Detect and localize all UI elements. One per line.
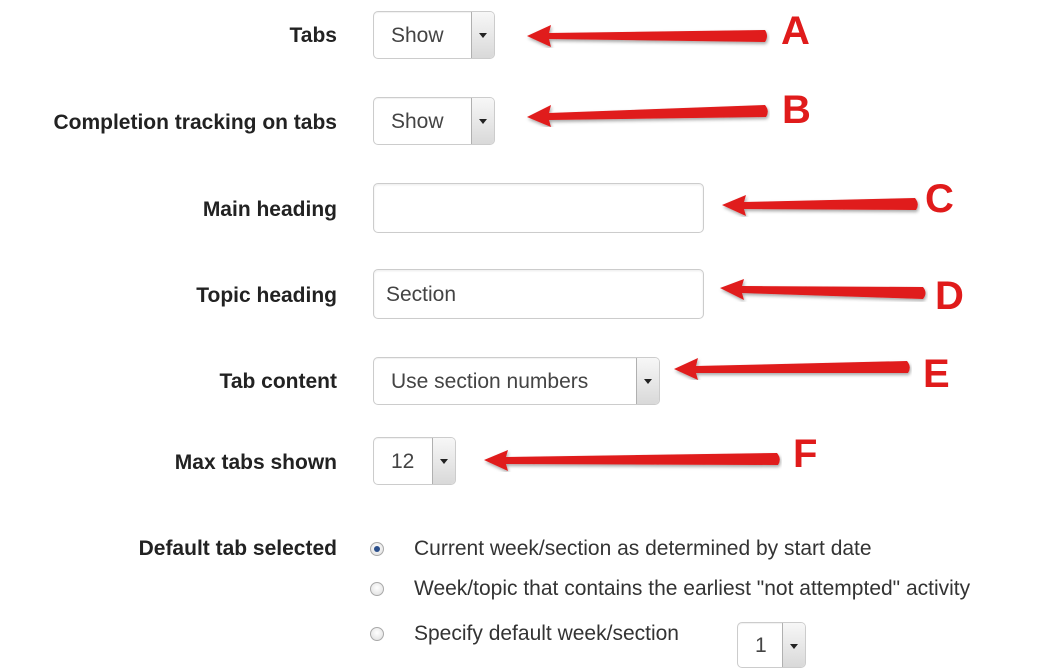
main-heading-input[interactable] [373, 183, 704, 233]
arrow-f-icon [484, 450, 780, 471]
arrow-c-icon [722, 195, 918, 216]
annotation-d: D [935, 274, 964, 318]
tabs-select[interactable]: Show [373, 11, 495, 59]
completion-tracking-label: Completion tracking on tabs [53, 111, 337, 134]
completion-tracking-select-value: Show [391, 110, 444, 133]
tabs-select-value: Show [391, 24, 444, 47]
radio-label: Current week/section as determined by st… [414, 537, 872, 560]
annotation-f: F [793, 432, 818, 476]
radio-button-checked[interactable] [370, 542, 384, 556]
chevron-down-icon[interactable] [782, 623, 805, 667]
main-heading-label: Main heading [202, 198, 337, 221]
completion-tracking-select[interactable]: Show [373, 97, 495, 145]
default-tab-label: Default tab selected [138, 537, 337, 560]
annotation-b: B [782, 88, 811, 132]
tabs-label: Tabs [289, 24, 337, 47]
chevron-down-icon[interactable] [636, 358, 659, 404]
topic-heading-input[interactable]: Section [373, 269, 704, 319]
radio-button[interactable] [370, 582, 384, 596]
radio-label: Specify default week/section [414, 622, 679, 645]
default-section-select[interactable]: 1 [737, 622, 806, 668]
arrow-d-icon [720, 279, 926, 300]
default-section-value: 1 [755, 634, 767, 657]
tab-content-select-value: Use section numbers [391, 370, 589, 393]
annotation-c: C [925, 177, 954, 221]
chevron-down-icon[interactable] [471, 12, 494, 58]
arrow-b-icon [527, 105, 768, 127]
max-tabs-select-value: 12 [391, 450, 415, 473]
tab-content-select[interactable]: Use section numbers [373, 357, 660, 405]
max-tabs-select[interactable]: 12 [373, 437, 456, 485]
annotation-e: E [923, 352, 950, 396]
arrow-a-icon [527, 25, 767, 47]
arrow-e-icon [674, 358, 910, 380]
radio-button[interactable] [370, 627, 384, 641]
chevron-down-icon[interactable] [432, 438, 455, 484]
topic-heading-value: Section [386, 283, 457, 306]
topic-heading-label: Topic heading [196, 284, 337, 307]
tab-content-label: Tab content [219, 370, 337, 393]
chevron-down-icon[interactable] [471, 98, 494, 144]
radio-label: Week/topic that contains the earliest "n… [414, 577, 971, 600]
annotation-a: A [781, 9, 810, 53]
max-tabs-label: Max tabs shown [174, 451, 337, 474]
